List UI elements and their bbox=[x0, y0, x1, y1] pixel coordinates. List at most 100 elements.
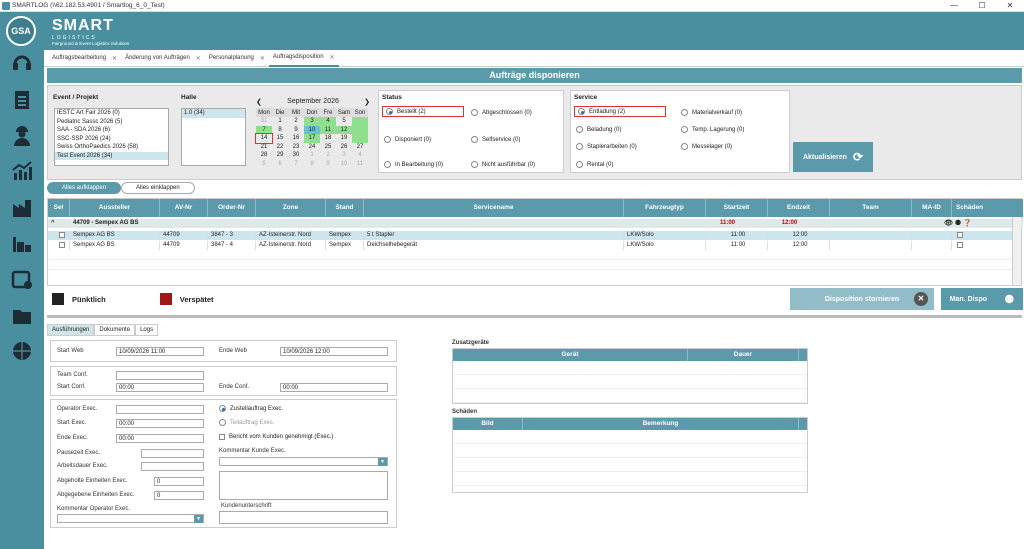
day[interactable]: 26 bbox=[336, 143, 352, 152]
col-startzeit[interactable]: Startzeit bbox=[706, 199, 768, 217]
folder-icon[interactable] bbox=[9, 304, 35, 330]
day[interactable]: 2 bbox=[288, 117, 304, 126]
col-team[interactable]: Team bbox=[830, 199, 912, 217]
col-av-nr[interactable]: AV-Nr bbox=[160, 199, 208, 217]
team-conf-input[interactable] bbox=[116, 371, 204, 380]
eye-icon[interactable]: 👁 bbox=[944, 220, 953, 227]
person-icon[interactable]: ⚉ bbox=[955, 220, 961, 227]
maximize-button[interactable]: ☐ bbox=[968, 0, 996, 12]
start-web-input[interactable]: 10/09/2026 11:00 bbox=[116, 347, 204, 356]
col-order-nr[interactable]: Order-Nr bbox=[208, 199, 256, 217]
status-disponiert[interactable]: Disponiert (0) bbox=[384, 136, 431, 143]
col-schaeden[interactable]: Schäden bbox=[952, 199, 987, 217]
day[interactable]: 21 bbox=[256, 143, 272, 152]
calendar[interactable]: ❮ September 2026 ❯ Mon Die Mit Don Fre Sam Son… bbox=[255, 98, 370, 169]
next-month-button[interactable]: ❯ bbox=[364, 98, 370, 106]
day[interactable]: 17 bbox=[304, 134, 320, 143]
close-icon[interactable]: ✕ bbox=[260, 55, 265, 62]
service-entladung[interactable]: Entladung (2) bbox=[574, 106, 666, 117]
list-item[interactable]: 1.0 (34) bbox=[182, 109, 245, 118]
end-conf-input[interactable]: 00:00 bbox=[280, 383, 388, 392]
clipboard-icon[interactable] bbox=[9, 88, 35, 114]
event-list[interactable]: IESTC Art Fair 2026 (0) Pediatric Sassc … bbox=[54, 108, 169, 166]
list-item[interactable]: Test Event 2026 (34) bbox=[55, 151, 168, 160]
list-item[interactable]: Pediatric Sassc 2026 (5) bbox=[55, 118, 168, 127]
schaeden-checkbox[interactable] bbox=[957, 232, 963, 238]
day[interactable]: 22 bbox=[272, 143, 288, 152]
prev-month-button[interactable]: ❮ bbox=[256, 98, 262, 106]
service-beladung[interactable]: Beladung (0) bbox=[576, 126, 621, 133]
day[interactable]: 1 bbox=[272, 117, 288, 126]
start-exec-input[interactable]: 00:00 bbox=[116, 419, 204, 428]
close-icon[interactable]: ✕ bbox=[330, 54, 335, 61]
day[interactable]: 16 bbox=[288, 134, 304, 143]
end-web-input[interactable]: 10/09/2026 12:00 bbox=[280, 347, 388, 356]
day[interactable]: 27 bbox=[352, 143, 368, 152]
collapse-all-button[interactable]: Alles einklappen bbox=[121, 182, 195, 194]
tab-ausfuehrungen[interactable]: Ausführungen bbox=[47, 324, 95, 336]
day[interactable]: 24 bbox=[304, 143, 320, 152]
splitter[interactable] bbox=[47, 315, 1022, 318]
schaeden-checkbox[interactable] bbox=[957, 242, 963, 248]
day[interactable] bbox=[352, 117, 368, 126]
list-item[interactable]: IESTC Art Fair 2026 (0) bbox=[55, 109, 168, 118]
teil-radio[interactable]: Teilauftrag Exec. bbox=[219, 419, 274, 426]
service-messelager[interactable]: Messelager (0) bbox=[681, 143, 732, 150]
close-window-button[interactable]: ✕ bbox=[996, 0, 1024, 12]
minimize-button[interactable]: — bbox=[940, 0, 968, 12]
day[interactable]: 5 bbox=[256, 160, 272, 169]
calendar-grid[interactable]: Mon Die Mit Don Fre Sam Son 31 1 2 3 4 5 7 8 9 10 11 12 … bbox=[255, 108, 368, 169]
service-materialverkauf[interactable]: Materialverkauf (0) bbox=[681, 109, 742, 116]
day[interactable]: 8 bbox=[304, 160, 320, 169]
chart-icon[interactable] bbox=[9, 160, 35, 186]
service-staplerarbeiten[interactable]: Staplerarbeiten (0) bbox=[576, 143, 637, 150]
expand-all-button[interactable]: Alles aufklappen bbox=[47, 182, 122, 194]
col-endzeit[interactable]: Endzeit bbox=[768, 199, 830, 217]
day[interactable]: 29 bbox=[272, 151, 288, 160]
arbeitsdauer-input[interactable] bbox=[141, 462, 204, 471]
col-bemerkung[interactable]: Bemerkung bbox=[523, 418, 799, 430]
day[interactable]: 31 bbox=[256, 117, 272, 126]
day[interactable]: 9 bbox=[288, 126, 304, 135]
day[interactable]: 12 bbox=[336, 125, 352, 134]
grid-scrollbar[interactable] bbox=[1012, 217, 1021, 285]
day[interactable]: 11 bbox=[352, 160, 368, 169]
row-checkbox[interactable] bbox=[59, 242, 65, 248]
day[interactable]: 2 bbox=[320, 151, 336, 160]
group-actions[interactable]: 👁 ⚉ ❓ bbox=[941, 219, 1011, 228]
status-nicht-ausfuehrbar[interactable]: Nicht ausführbar (0) bbox=[471, 161, 535, 168]
day[interactable] bbox=[352, 134, 368, 143]
day[interactable]: 4 bbox=[352, 151, 368, 160]
day[interactable]: 8 bbox=[272, 126, 288, 135]
status-in-bearbeitung[interactable]: In Bearbeitung (0) bbox=[384, 161, 443, 168]
day[interactable] bbox=[352, 125, 368, 134]
status-selfservice[interactable]: Selfservice (0) bbox=[471, 136, 520, 143]
tab-logs[interactable]: Logs bbox=[135, 324, 159, 336]
kommentar-kunde-text[interactable] bbox=[219, 471, 388, 500]
refresh-button[interactable]: Aktualisieren ⟳ bbox=[793, 142, 873, 172]
factory-icon[interactable] bbox=[9, 196, 35, 222]
tab-personalplanung[interactable]: Personalplanung ✕ bbox=[205, 50, 269, 67]
service-rental[interactable]: Rental (0) bbox=[576, 161, 613, 168]
halle-list[interactable]: 1.0 (34) bbox=[181, 108, 246, 166]
abgegeben-input[interactable]: 0 bbox=[154, 491, 204, 500]
day[interactable]: 23 bbox=[288, 143, 304, 152]
cancel-dispo-button[interactable]: Disposition stornieren ✕ bbox=[790, 288, 934, 310]
tab-auftragsbearbeitung[interactable]: Auftragsbearbeitung ✕ bbox=[48, 50, 121, 67]
col-sel[interactable]: Sel bbox=[48, 199, 70, 217]
day[interactable]: 1 bbox=[304, 151, 320, 160]
end-exec-input[interactable]: 00:00 bbox=[116, 434, 204, 443]
chevron-up-icon[interactable]: ^ bbox=[48, 219, 70, 228]
col-bild[interactable]: Bild bbox=[453, 418, 523, 430]
day[interactable]: 10 bbox=[304, 125, 320, 134]
user-avatar[interactable]: GSA bbox=[6, 16, 36, 46]
day[interactable]: 30 bbox=[288, 151, 304, 160]
abgeholt-input[interactable]: 0 bbox=[154, 477, 204, 486]
manual-dispo-button[interactable]: Man. Dispo ⚉ bbox=[941, 288, 1023, 310]
start-conf-input[interactable]: 00:00 bbox=[116, 383, 204, 392]
pause-input[interactable] bbox=[141, 449, 204, 458]
col-dauer[interactable]: Dauer bbox=[688, 349, 799, 361]
col-fahrzeugtyp[interactable]: Fahrzeugtyp bbox=[624, 199, 706, 217]
list-item[interactable]: SAA - SDA 2026 (6) bbox=[55, 126, 168, 135]
day[interactable]: 25 bbox=[320, 143, 336, 152]
